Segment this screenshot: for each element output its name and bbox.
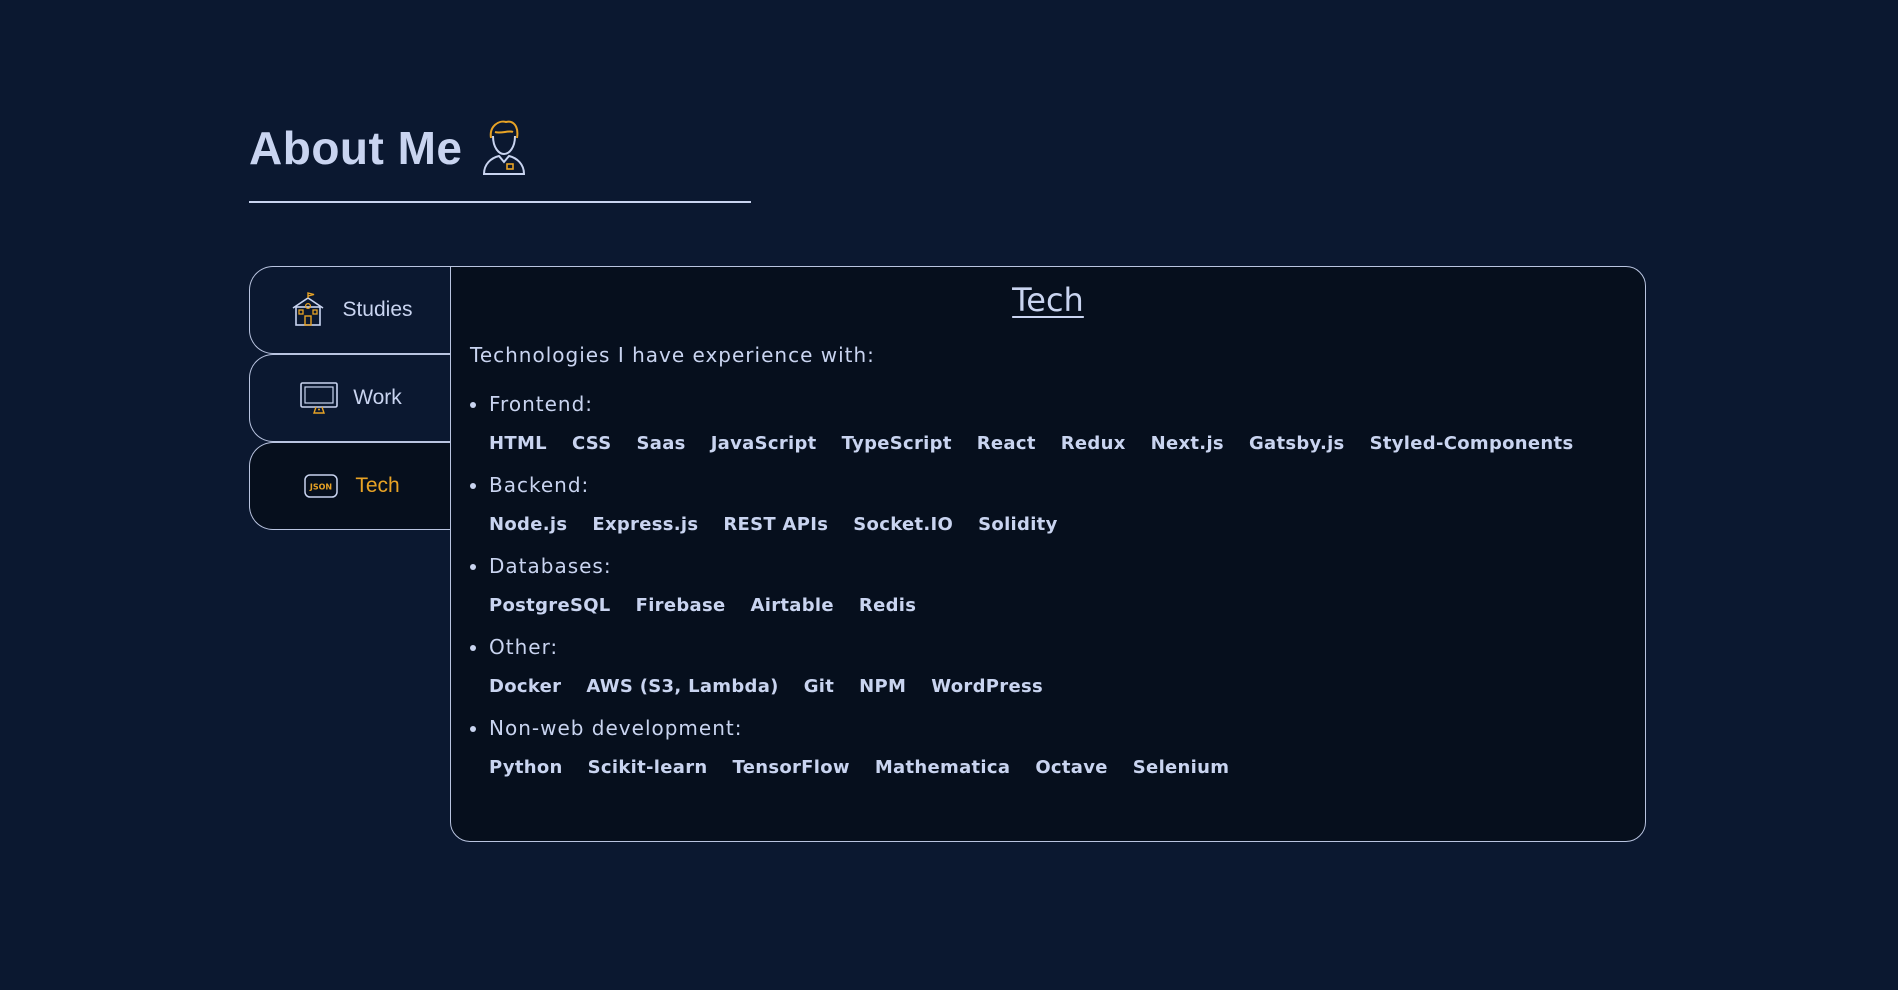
header-divider xyxy=(249,201,751,203)
about-me-section: About Me Studies Work JSON Tech Tech Tec… xyxy=(0,0,1898,990)
json-icon: JSON xyxy=(301,466,341,506)
tech-group-label: Backend: xyxy=(489,473,590,497)
tech-chip: Express.js xyxy=(592,514,699,535)
tech-group: Non-web development: Python Scikit-learn Te… xyxy=(470,715,1598,778)
tech-chip: Scikit-learn xyxy=(587,757,708,778)
tech-chip-row: Docker AWS (S3, Lambda) Git NPM WordPress xyxy=(489,676,1598,697)
tech-chip: Styled-Components xyxy=(1369,433,1574,454)
tech-chip: Redis xyxy=(858,595,917,616)
school-icon xyxy=(288,290,328,330)
tech-group: Backend: Node.js Express.js REST APIs Socket… xyxy=(470,472,1598,535)
tech-group-label: Databases: xyxy=(489,554,612,578)
tech-chip: Redux xyxy=(1060,433,1126,454)
tech-group: Other: Docker AWS (S3, Lambda) Git NPM WordPr… xyxy=(470,634,1598,697)
tech-panel: Tech Technologies I have experience with… xyxy=(450,266,1646,842)
tech-chip: Node.js xyxy=(489,514,568,535)
tech-groups-list: Frontend: HTML CSS Saas JavaScript TypeScript… xyxy=(470,391,1598,796)
tech-chip: Saas xyxy=(636,433,686,454)
tech-chip: Solidity xyxy=(978,514,1058,535)
panel-intro: Technologies I have experience with: xyxy=(470,343,875,367)
tech-chip: JavaScript xyxy=(710,433,817,454)
tech-chip-row: Python Scikit-learn TensorFlow Mathematica O… xyxy=(489,757,1598,778)
tech-chip: Firebase xyxy=(635,595,726,616)
tech-chip: Selenium xyxy=(1132,757,1230,778)
tech-chip: Mathematica xyxy=(874,757,1011,778)
tab-work[interactable]: Work xyxy=(249,354,451,442)
tech-group-label: Non-web development: xyxy=(489,716,743,740)
tab-label: Work xyxy=(353,386,402,409)
tech-chip: Git xyxy=(803,676,835,697)
tech-chip-row: HTML CSS Saas JavaScript TypeScript React Redu… xyxy=(489,433,1598,454)
about-tabs: Studies Work JSON Tech xyxy=(249,266,451,530)
tech-chip: Octave xyxy=(1035,757,1108,778)
svg-text:JSON: JSON xyxy=(309,483,332,492)
tab-tech[interactable]: JSON Tech xyxy=(249,442,451,530)
tech-chip: Socket.IO xyxy=(853,514,954,535)
tech-group: Frontend: HTML CSS Saas JavaScript TypeScript… xyxy=(470,391,1598,454)
tech-chip: Airtable xyxy=(750,595,834,616)
monitor-icon xyxy=(299,378,339,418)
tab-studies[interactable]: Studies xyxy=(249,266,451,354)
tech-group-label: Frontend: xyxy=(489,392,593,416)
tech-chip: AWS (S3, Lambda) xyxy=(586,676,779,697)
tech-chip: CSS xyxy=(571,433,612,454)
page-title: About Me xyxy=(249,122,463,174)
tech-chip: TensorFlow xyxy=(732,757,850,778)
tech-chip: REST APIs xyxy=(723,514,829,535)
tech-chip: PostgreSQL xyxy=(489,595,611,616)
panel-title: Tech xyxy=(1012,281,1084,319)
tech-chip: Gatsby.js xyxy=(1248,433,1345,454)
tech-chip: WordPress xyxy=(931,676,1043,697)
tech-chip-row: Node.js Express.js REST APIs Socket.IO Solid… xyxy=(489,514,1598,535)
tech-chip: React xyxy=(976,433,1036,454)
tech-chip: Docker xyxy=(489,676,562,697)
tech-chip: NPM xyxy=(859,676,907,697)
tech-chip: Python xyxy=(489,757,563,778)
tech-group-label: Other: xyxy=(489,635,559,659)
person-avatar-icon xyxy=(482,120,525,175)
tech-chip-row: PostgreSQL Firebase Airtable Redis xyxy=(489,595,1598,616)
section-header: About Me xyxy=(249,120,529,176)
tech-chip: Next.js xyxy=(1150,433,1224,454)
tab-label: Tech xyxy=(355,474,400,497)
tech-group: Databases: PostgreSQL Firebase Airtable Redi… xyxy=(470,553,1598,616)
tech-chip: HTML xyxy=(489,433,547,454)
tab-label: Studies xyxy=(342,298,413,321)
tech-chip: TypeScript xyxy=(841,433,952,454)
